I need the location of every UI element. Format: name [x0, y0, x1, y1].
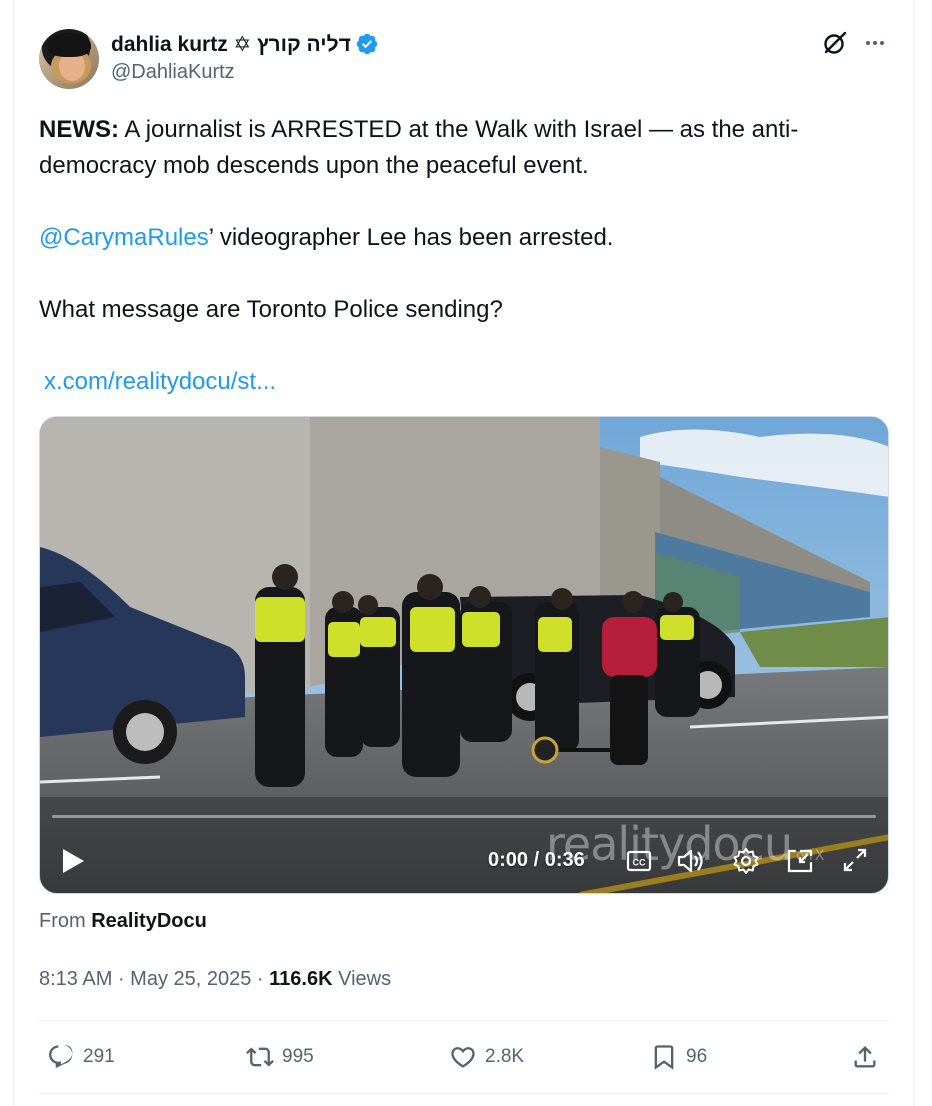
play-icon[interactable]	[60, 847, 86, 875]
grok-icon[interactable]	[821, 29, 849, 57]
tweet-text: NEWS: A journalist is ARRESTED at the Wa…	[39, 112, 869, 400]
video-time: 0:00 / 0:36	[488, 849, 585, 871]
tweet-url-link[interactable]: x.com/realitydocu/st...	[44, 368, 276, 395]
pip-icon[interactable]	[786, 848, 814, 874]
more-dot	[866, 41, 870, 45]
repost-button[interactable]: 995	[246, 1041, 314, 1073]
bookmark-button[interactable]: 96	[650, 1041, 707, 1073]
cc-icon[interactable]: CC	[626, 848, 652, 874]
bookmark-count: 96	[686, 1046, 708, 1067]
volume-icon[interactable]	[676, 847, 706, 875]
tweet-mention-text: ’ videographer Lee has been arrested.	[208, 224, 614, 251]
repost-count: 995	[282, 1046, 314, 1067]
avatar[interactable]	[39, 29, 99, 89]
settings-icon[interactable]	[732, 847, 760, 875]
more-dot	[873, 41, 877, 45]
from-label: From	[39, 910, 86, 932]
mention-link[interactable]: @CarymaRules	[39, 224, 209, 251]
author-name-row[interactable]: dahlia kurtz ✡ דליה קורץ	[111, 30, 379, 58]
tweet-paragraph-1: NEWS: A journalist is ARRESTED at the Wa…	[39, 112, 869, 184]
retweet-icon	[246, 1047, 274, 1067]
heart-icon	[451, 1047, 475, 1068]
video-source: From RealityDocu	[39, 910, 207, 933]
tweet-date[interactable]: May 25, 2025	[130, 968, 251, 990]
share-icon	[854, 1046, 876, 1068]
tweet-paragraph-4: x.com/realitydocu/st...	[39, 364, 869, 400]
tweet-meta: 8:13 AM · May 25, 2025 · 116.6K Views	[39, 968, 392, 990]
tweet-line1-text: A journalist is ARRESTED at the Walk wit…	[39, 116, 799, 179]
from-account-link[interactable]: RealityDocu	[91, 910, 207, 932]
reply-count: 291	[83, 1046, 115, 1067]
like-count: 2.8K	[485, 1046, 525, 1067]
share-button[interactable]	[851, 1041, 879, 1073]
author-handle[interactable]: @DahliaKurtz	[111, 61, 235, 84]
svg-text:CC: CC	[633, 858, 646, 868]
video-player[interactable]: realitydocu on X 0:00 / 0:36 CC	[39, 416, 889, 894]
reply-button[interactable]: 291	[47, 1041, 115, 1073]
verified-badge-icon	[356, 33, 378, 55]
tweet-paragraph-2: @CarymaRules’ videographer Lee has been …	[39, 220, 869, 256]
more-icon[interactable]	[860, 30, 890, 56]
author-display-name[interactable]: dahlia kurtz ✡ דליה קורץ	[111, 32, 351, 57]
fullscreen-icon[interactable]	[842, 847, 868, 873]
like-button[interactable]: 2.8K	[449, 1041, 524, 1073]
news-label: NEWS:	[39, 116, 119, 143]
tweet-time[interactable]: 8:13 AM	[39, 968, 112, 990]
reply-icon	[49, 1045, 73, 1069]
divider	[39, 1020, 889, 1021]
bookmark-icon	[654, 1045, 674, 1070]
more-dot	[880, 41, 884, 45]
tweet-paragraph-3: What message are Toronto Police sending?	[39, 296, 503, 323]
views-label: Views	[338, 968, 392, 990]
avatar-hat	[47, 33, 91, 57]
views-count: 116.6K	[269, 968, 333, 990]
divider	[39, 1093, 889, 1094]
